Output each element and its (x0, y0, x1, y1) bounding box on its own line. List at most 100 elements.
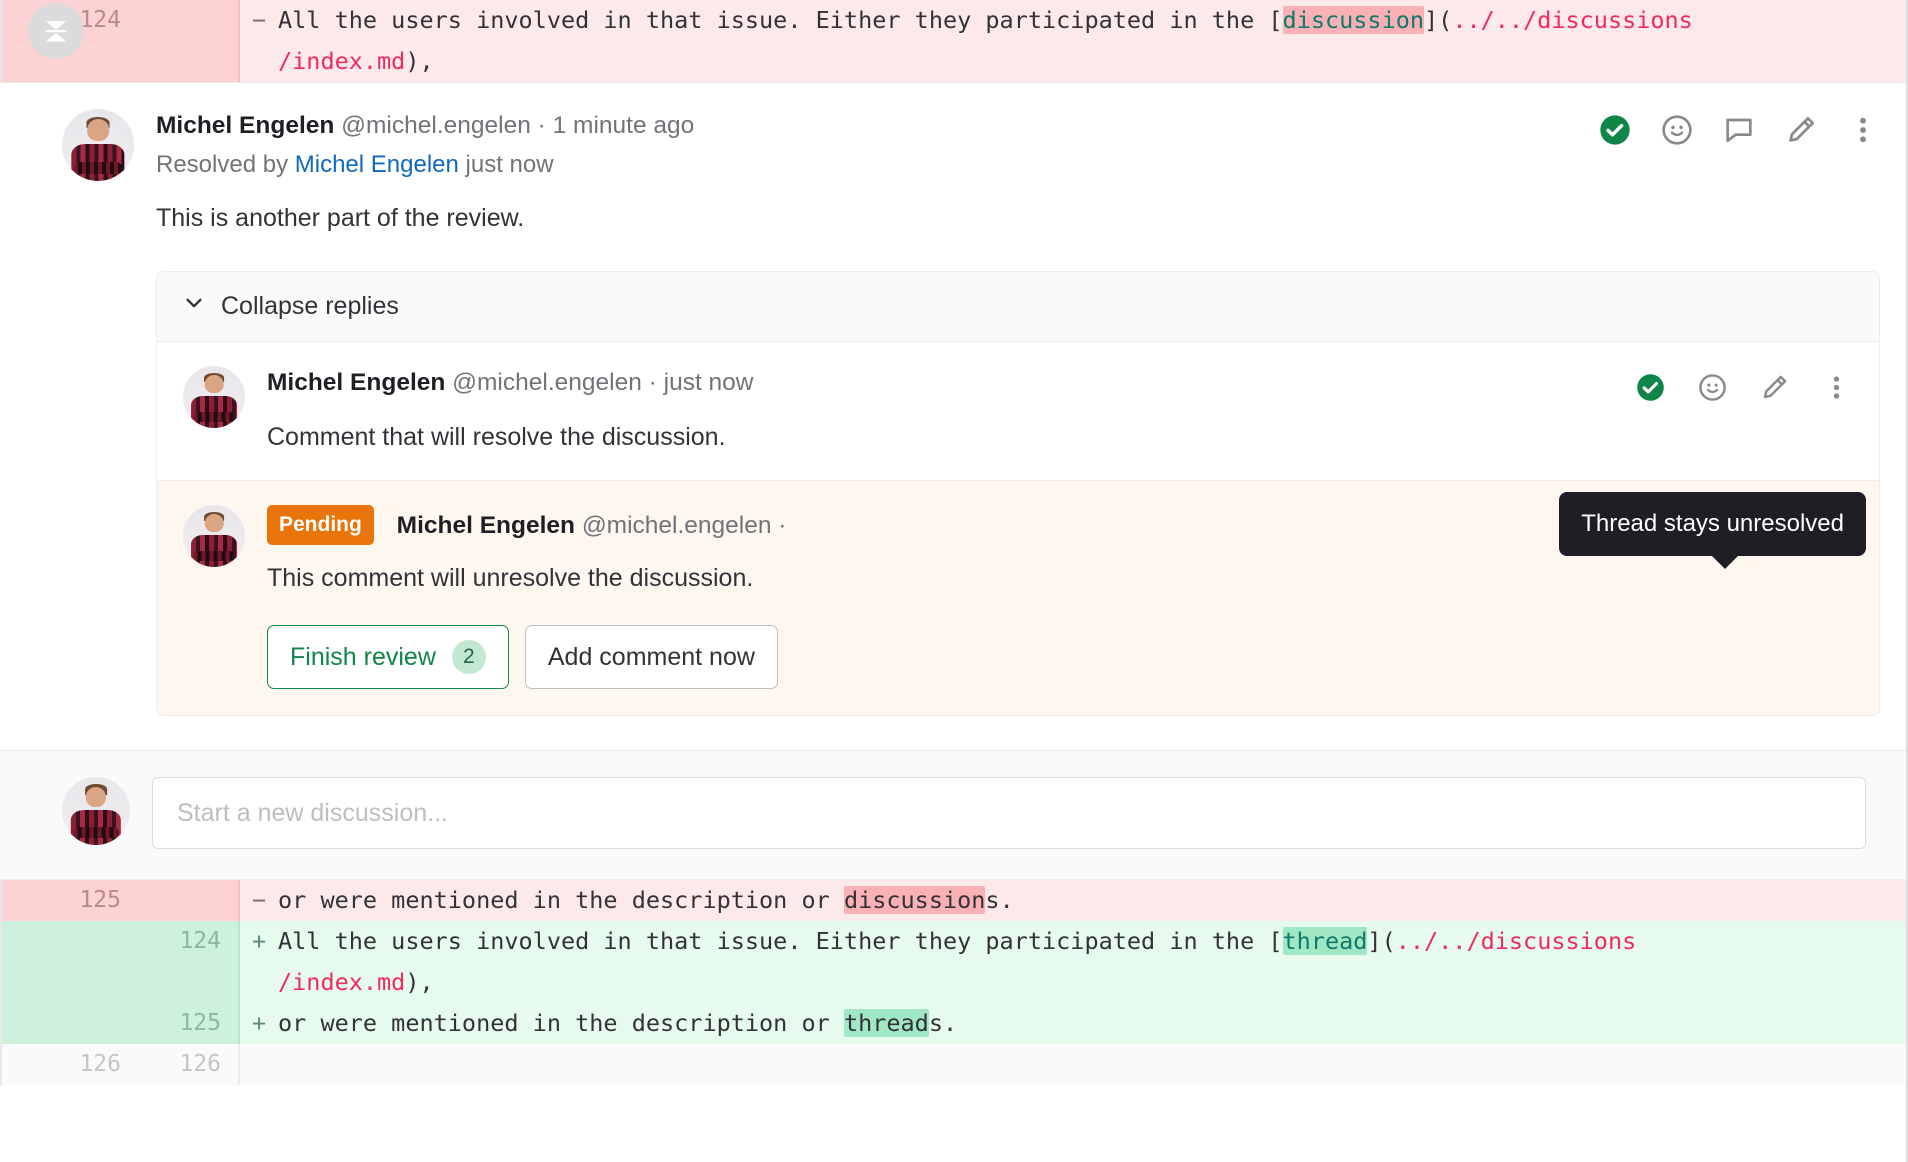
diff-rows-bottom: 125− or were mentioned in the description… (0, 880, 1906, 1085)
note-author-handle[interactable]: @michel.engelen (582, 512, 772, 539)
diff-row-add: 125 + or were mentioned in the description… (0, 1003, 1906, 1044)
new-discussion-input[interactable]: Start a new discussion... (152, 777, 1866, 849)
merge-request-diff-discussion: 124 − All the users involved in that issu… (0, 0, 1908, 1162)
pending-comments-count: 2 (451, 640, 486, 674)
diff-token: thread (843, 1009, 929, 1037)
more-actions-icon[interactable] (1846, 113, 1880, 147)
diff-old-line-number[interactable]: 125 (0, 880, 138, 921)
resolve-thread-icon[interactable] (1598, 113, 1632, 147)
diff-code-line (240, 1044, 1906, 1085)
diff-sign: + (252, 1009, 267, 1037)
diff-old-line-number[interactable] (0, 1003, 138, 1044)
diff-line-content: All the users involved in that issue. Ei… (278, 927, 1636, 955)
diff-token: discussion (1282, 6, 1425, 34)
diff-new-line-number[interactable]: 125 (138, 1003, 238, 1044)
avatar[interactable] (183, 366, 245, 428)
separator: · (778, 512, 787, 539)
note-timestamp[interactable]: just now (664, 369, 754, 396)
more-actions-icon[interactable] (1819, 370, 1853, 404)
collapse-replies-toggle[interactable]: Collapse replies (157, 272, 1879, 342)
reply-note: Michel Engelen @michel.engelen · just no… (157, 342, 1879, 480)
diff-new-line-number[interactable]: 124 (138, 921, 238, 1003)
diff-code-line: − All the users involved in that issue. E… (240, 0, 1906, 82)
separator: · (648, 369, 657, 396)
diff-old-line-number[interactable]: 126 (0, 1044, 138, 1085)
root-note: Michel Engelen @michel.engelen · 1 minut… (0, 83, 1906, 716)
note-author-handle[interactable]: @michel.engelen (452, 369, 642, 396)
new-discussion-placeholder: Start a new discussion... (177, 798, 448, 827)
resolved-status: Resolved by Michel Engelen just now (156, 151, 694, 179)
diff-token: All the users involved in that issue. Ei… (278, 927, 1283, 955)
note-author-line: Pending Michel Engelen @michel.engelen · (267, 505, 786, 545)
diff-path-tail: ), (405, 47, 434, 75)
separator: · (537, 112, 546, 139)
diff-line-content-top: All the users involved in that issue. Ei… (278, 6, 1693, 34)
diff-token: or were mentioned in the description or (278, 1009, 844, 1037)
diff-new-line-number[interactable]: 126 (138, 1044, 238, 1085)
pending-review-buttons: Finish review 2 Add comment now (267, 625, 1853, 689)
diff-token: ../../discussions (1452, 6, 1693, 34)
note-author[interactable]: Michel Engelen (156, 112, 334, 139)
diff-sign: + (252, 927, 267, 955)
diff-path-token: /index.md (278, 47, 406, 75)
avatar (62, 777, 130, 845)
discussion-container: Michel Engelen @michel.engelen · 1 minut… (0, 82, 1906, 880)
diff-new-line-number[interactable] (138, 0, 238, 82)
finish-review-label: Finish review (290, 642, 436, 671)
resolved-prefix: Resolved by (156, 151, 289, 178)
diff-sign: − (252, 6, 267, 34)
resolve-thread-icon[interactable] (1633, 370, 1667, 404)
new-discussion-composer: Start a new discussion... (0, 750, 1906, 879)
diff-token: or were mentioned in the description or (278, 886, 844, 914)
resolved-by-link[interactable]: Michel Engelen (295, 151, 459, 178)
diff-row-ctx: 126 126 (0, 1044, 1906, 1085)
root-note-actions (1598, 109, 1880, 147)
diff-token: s. (985, 886, 1014, 914)
add-comment-now-button[interactable]: Add comment now (524, 625, 778, 689)
diff-sign: − (252, 886, 267, 914)
note-body: This comment will unresolve the discussi… (267, 564, 754, 592)
diff-token: discussion (843, 886, 986, 914)
note-author-line: Michel Engelen @michel.engelen · 1 minut… (156, 109, 694, 143)
diff-code-line: + or were mentioned in the description or… (240, 1003, 1906, 1044)
pencil-icon[interactable] (1757, 370, 1791, 404)
diff-row-add: 124 + All the users involved in that issue… (0, 921, 1906, 1003)
note-author[interactable]: Michel Engelen (397, 512, 575, 539)
diff-old-line-number[interactable] (0, 921, 138, 1003)
collapse-lines-handle[interactable] (28, 3, 84, 59)
finish-review-button[interactable]: Finish review 2 (267, 625, 509, 689)
diff-line-content: or were mentioned in the description or … (278, 1009, 957, 1037)
resolved-time: just now (465, 151, 554, 178)
collapse-replies-label: Collapse replies (221, 292, 399, 320)
emoji-icon[interactable] (1695, 370, 1729, 404)
diff-line-wrap: /index.md), (252, 962, 1886, 1003)
comment-icon[interactable] (1722, 113, 1756, 147)
emoji-icon[interactable] (1660, 113, 1694, 147)
note-timestamp[interactable]: 1 minute ago (553, 112, 695, 139)
note-author-handle[interactable]: @michel.engelen (341, 112, 531, 139)
note-body: This is another part of the review. (156, 204, 525, 232)
diff-line-wrap-top: /index.md), (252, 41, 1886, 82)
tooltip-container: Thread stays unresolved (1559, 492, 1866, 569)
diff-token: s. (928, 1009, 958, 1037)
status-badge: Pending (267, 505, 374, 545)
diff-path-tail: ), (405, 968, 434, 996)
note-author[interactable]: Michel Engelen (267, 369, 445, 396)
diff-token: thread (1282, 927, 1368, 955)
pencil-icon[interactable] (1784, 113, 1818, 147)
diff-row-del: 125 − or were mentioned in the description… (0, 880, 1906, 921)
diff-token: All the users involved in that issue. Ei… (278, 6, 1283, 34)
note-author-line: Michel Engelen @michel.engelen · just no… (267, 366, 754, 400)
reply-note-actions (1633, 366, 1853, 404)
diff-path-token: /index.md (278, 968, 406, 996)
note-body: Comment that will resolve the discussion… (267, 423, 726, 451)
chevron-down-icon (183, 292, 205, 321)
diff-sign (252, 1044, 278, 1085)
diff-token: ]( (1367, 927, 1396, 955)
tooltip: Thread stays unresolved (1559, 492, 1866, 569)
diff-new-line-number[interactable] (138, 880, 238, 921)
avatar[interactable] (183, 505, 245, 567)
avatar[interactable] (62, 109, 134, 181)
diff-token: ]( (1424, 6, 1453, 34)
diff-token: ../../discussions (1395, 927, 1637, 955)
